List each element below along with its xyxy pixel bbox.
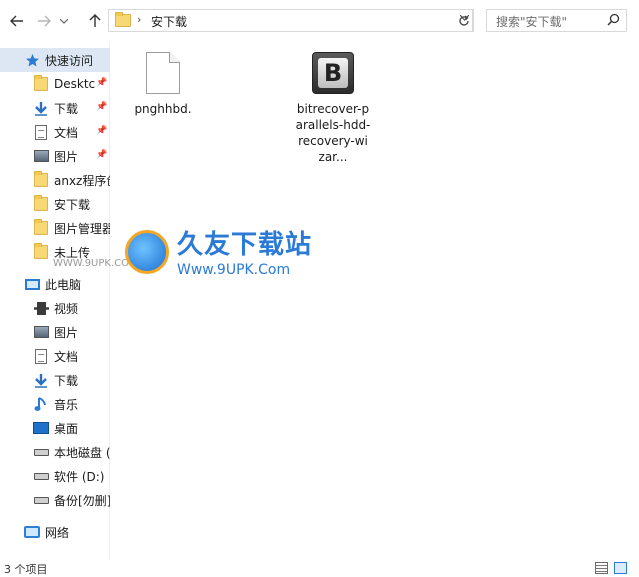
- sidebar-item-label: 备份[勿删]: [54, 493, 110, 508]
- sidebar-item-label: 文档: [54, 125, 79, 140]
- computer-icon: [24, 276, 40, 292]
- navigation-bar: › 安下载 搜索"安下载": [0, 0, 639, 42]
- sidebar-item-label: 本地磁盘 (: [54, 445, 110, 460]
- breadcrumb-separator: ›: [137, 13, 142, 26]
- sidebar-item-downloads[interactable]: 下载 📌: [0, 96, 110, 120]
- sidebar-item-label: 网络: [45, 525, 70, 540]
- sidebar-item-label: 文档: [54, 349, 79, 364]
- blank-file-icon: [146, 52, 180, 94]
- item-count: 3 个项目: [4, 563, 48, 576]
- sidebar-item-label: 图片管理器: [54, 221, 110, 236]
- pin-icon: 📌: [96, 150, 108, 160]
- folder-icon: [33, 171, 49, 188]
- sidebar-item-documents[interactable]: 文档 📌: [0, 120, 110, 144]
- app-icon-letter: B: [318, 58, 348, 88]
- file-name: pnghhbd.: [134, 102, 192, 116]
- sidebar-item-label: anxz程序创: [54, 173, 110, 188]
- video-icon: [33, 300, 49, 316]
- sidebar-item-label: Desktc: [54, 77, 96, 91]
- star-pin-icon: [24, 52, 40, 68]
- sidebar-item-desktop[interactable]: Desktc 📌: [0, 72, 110, 96]
- drive-icon: [33, 468, 49, 484]
- watermark-url-small: WWW.9UPK.COM: [53, 258, 138, 269]
- address-bar[interactable]: › 安下载: [108, 9, 473, 32]
- up-arrow-icon[interactable]: [84, 10, 106, 32]
- download-icon: [33, 372, 49, 388]
- sidebar-item-anxiazai-folder[interactable]: 安下载: [0, 192, 110, 216]
- recent-locations-chevron-down-icon[interactable]: [56, 10, 72, 32]
- sidebar-item-label: 图片: [54, 325, 79, 340]
- sidebar-item-label: 快速访问: [45, 53, 94, 68]
- sidebar-item-local-disk-c[interactable]: 本地磁盘 (: [0, 440, 110, 464]
- sidebar-item-desktop-pc[interactable]: 桌面: [0, 416, 110, 440]
- details-view-icon[interactable]: [595, 562, 608, 574]
- sidebar-item-label: 安下载: [54, 197, 91, 212]
- sidebar-item-network[interactable]: 网络: [0, 520, 110, 544]
- music-icon: [33, 396, 49, 412]
- download-icon: [33, 100, 49, 116]
- status-bar: 3 个项目: [0, 560, 639, 577]
- watermark-logo-icon: [125, 230, 169, 274]
- file-item-pnghhbd[interactable]: pnghhbd.: [125, 52, 201, 117]
- picture-icon: [33, 324, 49, 340]
- picture-icon: [33, 148, 49, 164]
- watermark-title: 久友下载站: [177, 230, 313, 260]
- file-item-bitrecover-installer[interactable]: B bitrecover-parallels-hdd-recovery-wiza…: [295, 52, 371, 165]
- sidebar-item-label: 桌面: [54, 421, 79, 436]
- sidebar-item-backup-drive[interactable]: 备份[勿删]: [0, 488, 110, 512]
- back-arrow-icon[interactable]: [6, 10, 28, 32]
- drive-icon: [33, 492, 49, 508]
- sidebar-item-label: 此电脑: [45, 277, 82, 292]
- pin-icon: 📌: [96, 78, 108, 88]
- folder-icon: [33, 219, 49, 236]
- sidebar-item-label: 下载: [54, 373, 79, 388]
- sidebar-item-videos[interactable]: 视频: [0, 296, 110, 320]
- folder-icon: [33, 195, 49, 212]
- navigation-pane: 快速访问 Desktc 📌 下载 📌 文档 📌 图片 📌 anxz程序创 安下载…: [0, 42, 110, 560]
- watermark-url: Www.9UPK.Com: [177, 262, 291, 278]
- document-icon: [33, 124, 49, 140]
- large-icons-view-icon[interactable]: [614, 562, 627, 574]
- file-name: bitrecover-parallels-hdd-recovery-wizar.…: [295, 102, 371, 164]
- sidebar-item-image-manager-folder[interactable]: 图片管理器: [0, 216, 110, 240]
- sidebar-item-label: 视频: [54, 301, 79, 316]
- desktop-icon: [33, 420, 49, 436]
- breadcrumb-current-folder[interactable]: 安下载: [151, 13, 187, 30]
- sidebar-item-label: 下载: [54, 101, 79, 116]
- search-icon[interactable]: [607, 13, 620, 29]
- network-icon: [24, 524, 40, 540]
- sidebar-item-pc-downloads[interactable]: 下载: [0, 368, 110, 392]
- search-box[interactable]: 搜索"安下载": [486, 9, 627, 32]
- drive-icon: [33, 444, 49, 460]
- pin-icon: 📌: [96, 126, 108, 136]
- folder-icon: [33, 75, 49, 92]
- folder-icon: [115, 12, 131, 27]
- app-b-icon: B: [312, 52, 354, 94]
- document-icon: [33, 348, 49, 364]
- pin-icon: 📌: [96, 102, 108, 112]
- sidebar-item-pictures[interactable]: 图片 📌: [0, 144, 110, 168]
- folder-icon: [33, 243, 49, 260]
- sidebar-item-label: 图片: [54, 149, 79, 164]
- watermark: WWW.9UPK.COM 久友下载站 Www.9UPK.Com: [53, 218, 419, 328]
- refresh-icon[interactable]: [454, 9, 474, 32]
- forward-arrow-icon[interactable]: [33, 10, 55, 32]
- search-input[interactable]: 搜索"安下载": [496, 13, 567, 30]
- sidebar-item-software-d[interactable]: 软件 (D:): [0, 464, 110, 488]
- sidebar-item-label: 软件 (D:): [54, 469, 105, 484]
- sidebar-item-pc-pictures[interactable]: 图片: [0, 320, 110, 344]
- sidebar-item-this-pc[interactable]: 此电脑: [0, 272, 110, 296]
- sidebar-item-quick-access[interactable]: 快速访问: [0, 48, 110, 72]
- sidebar-item-music[interactable]: 音乐: [0, 392, 110, 416]
- sidebar-item-pc-documents[interactable]: 文档: [0, 344, 110, 368]
- sidebar-item-label: 音乐: [54, 397, 79, 412]
- sidebar-item-anxz-folder[interactable]: anxz程序创: [0, 168, 110, 192]
